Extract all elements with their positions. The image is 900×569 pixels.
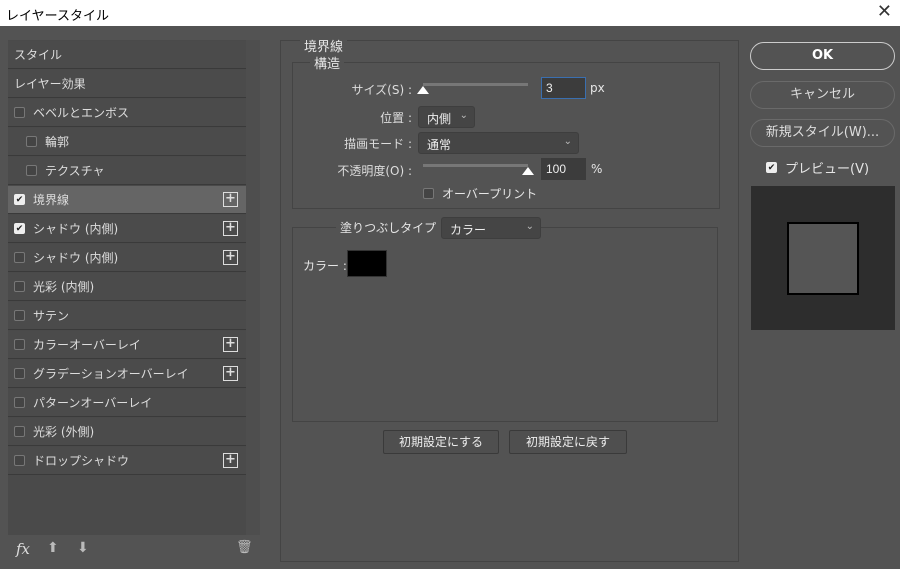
ok-button[interactable]: OK: [750, 42, 895, 70]
sidebar-item-label: 光彩 (外側): [33, 425, 95, 439]
sidebar-item[interactable]: サテン: [8, 302, 246, 330]
chevron-down-icon: ⌄: [459, 110, 468, 121]
checkbox-icon[interactable]: [14, 252, 25, 263]
reset-default-button[interactable]: 初期設定に戻す: [509, 430, 627, 454]
fill-type-label: 塗りつぶしタイプ :: [336, 219, 448, 236]
preview-checkbox[interactable]: ✔ プレビュー(V): [766, 158, 869, 177]
cancel-button[interactable]: キャンセル: [750, 81, 895, 109]
close-icon[interactable]: ✕: [877, 1, 892, 22]
add-icon[interactable]: +: [223, 366, 238, 381]
opacity-input[interactable]: [541, 158, 586, 180]
sidebar-item-label: スタイル: [14, 48, 63, 62]
sidebar-item[interactable]: ✔ 境界線 +: [8, 186, 246, 214]
add-icon[interactable]: +: [223, 250, 238, 265]
blend-mode-label: 描画モード :: [344, 137, 412, 151]
opacity-unit: %: [591, 162, 603, 176]
structure-title: 構造: [310, 53, 345, 72]
sidebar-item-label: シャドウ (内側): [33, 222, 119, 236]
checkbox-icon: [423, 188, 434, 199]
preview-area: [751, 186, 895, 330]
sidebar-item-label: レイヤー効果: [14, 77, 86, 91]
sidebar-item[interactable]: レイヤー効果: [8, 70, 246, 98]
preview-label: プレビュー(V): [785, 162, 870, 177]
size-slider-thumb[interactable]: [417, 86, 429, 94]
style-list: スタイルレイヤー効果ベベルとエンボス輪郭テクスチャ ✔ 境界線 + ✔ シャドウ (内側)…: [8, 40, 246, 535]
sidebar-item[interactable]: カラーオーバーレイ +: [8, 331, 246, 359]
overprint-label: オーバープリント: [442, 187, 538, 201]
sidebar-item[interactable]: 輪郭: [8, 128, 246, 156]
opacity-label: 不透明度(O) :: [337, 164, 412, 178]
overprint-checkbox[interactable]: オーバープリント: [423, 185, 537, 202]
trash-icon[interactable]: 🗑: [236, 540, 253, 555]
sidebar-item-label: サテン: [33, 309, 70, 323]
sidebar-item-label: 境界線: [33, 193, 70, 207]
sidebar-item[interactable]: テクスチャ: [8, 157, 246, 185]
add-icon[interactable]: +: [223, 221, 238, 236]
fill-type-dropdown[interactable]: カラー ⌄: [441, 217, 541, 239]
chevron-down-icon: ⌄: [563, 136, 572, 147]
checkbox-icon[interactable]: [26, 165, 37, 176]
sidebar-item-label: 光彩 (内側): [33, 280, 95, 294]
sidebar-item[interactable]: ドロップシャドウ +: [8, 447, 246, 475]
sidebar-item-label: ドロップシャドウ: [33, 454, 130, 468]
sidebar-item-label: テクスチャ: [45, 164, 105, 178]
preview-thumbnail: [787, 222, 859, 295]
add-icon[interactable]: +: [223, 453, 238, 468]
checkbox-icon[interactable]: [14, 426, 25, 437]
chevron-down-icon: ⌄: [525, 221, 534, 232]
color-swatch[interactable]: [347, 250, 387, 277]
checkbox-icon[interactable]: ✔: [14, 223, 25, 234]
size-input[interactable]: [541, 77, 586, 99]
sidebar-item[interactable]: ✔ シャドウ (内側) +: [8, 215, 246, 243]
sidebar-item-label: ベベルとエンボス: [33, 106, 130, 120]
window-title: レイヤースタイル: [6, 9, 109, 24]
scrollbar[interactable]: [246, 40, 260, 535]
size-unit: px: [590, 81, 605, 95]
size-label: サイズ(S) :: [351, 83, 412, 97]
checkbox-icon[interactable]: [26, 136, 37, 147]
color-label: カラー :: [303, 259, 347, 273]
sidebar-item[interactable]: スタイル: [8, 41, 246, 69]
move-down-icon[interactable]: ⬇: [77, 540, 89, 556]
sidebar-item-label: 輪郭: [45, 135, 70, 149]
sidebar-item-label: パターンオーバーレイ: [33, 396, 153, 410]
sidebar-item[interactable]: 光彩 (外側): [8, 418, 246, 446]
checkbox-icon[interactable]: [14, 339, 25, 350]
checkbox-icon[interactable]: [14, 107, 25, 118]
sidebar-item[interactable]: グラデーションオーバーレイ +: [8, 360, 246, 388]
sidebar-item[interactable]: 光彩 (内側): [8, 273, 246, 301]
blend-mode-dropdown[interactable]: 通常 ⌄: [418, 132, 579, 154]
make-default-button[interactable]: 初期設定にする: [383, 430, 499, 454]
position-label: 位置 :: [380, 111, 412, 125]
checkbox-icon[interactable]: ✔: [14, 194, 25, 205]
fill-type-value: カラー: [450, 223, 487, 237]
add-icon[interactable]: +: [223, 192, 238, 207]
new-style-button[interactable]: 新規スタイル(W)...: [750, 119, 895, 147]
move-up-icon[interactable]: ⬆: [47, 540, 59, 556]
checkbox-icon: ✔: [766, 162, 777, 173]
position-dropdown[interactable]: 内側 ⌄: [418, 106, 475, 128]
sidebar-item[interactable]: シャドウ (内側) +: [8, 244, 246, 272]
blend-mode-value: 通常: [427, 138, 452, 152]
sidebar-item-label: シャドウ (内側): [33, 251, 119, 265]
size-slider[interactable]: [423, 83, 528, 86]
sidebar-item-label: カラーオーバーレイ: [33, 338, 141, 352]
position-value: 内側: [427, 112, 452, 126]
sidebar-item-label: グラデーションオーバーレイ: [33, 367, 189, 381]
sidebar-item[interactable]: パターンオーバーレイ: [8, 389, 246, 417]
checkbox-icon[interactable]: [14, 281, 25, 292]
add-icon[interactable]: +: [223, 337, 238, 352]
checkbox-icon[interactable]: [14, 455, 25, 466]
opacity-slider-thumb[interactable]: [522, 167, 534, 175]
sidebar-item[interactable]: ベベルとエンボス: [8, 99, 246, 127]
checkbox-icon[interactable]: [14, 397, 25, 408]
fx-button[interactable]: fx: [16, 540, 30, 558]
checkbox-icon[interactable]: [14, 310, 25, 321]
opacity-slider[interactable]: [423, 164, 528, 167]
checkbox-icon[interactable]: [14, 368, 25, 379]
title-bar: レイヤースタイル ✕: [0, 0, 900, 26]
